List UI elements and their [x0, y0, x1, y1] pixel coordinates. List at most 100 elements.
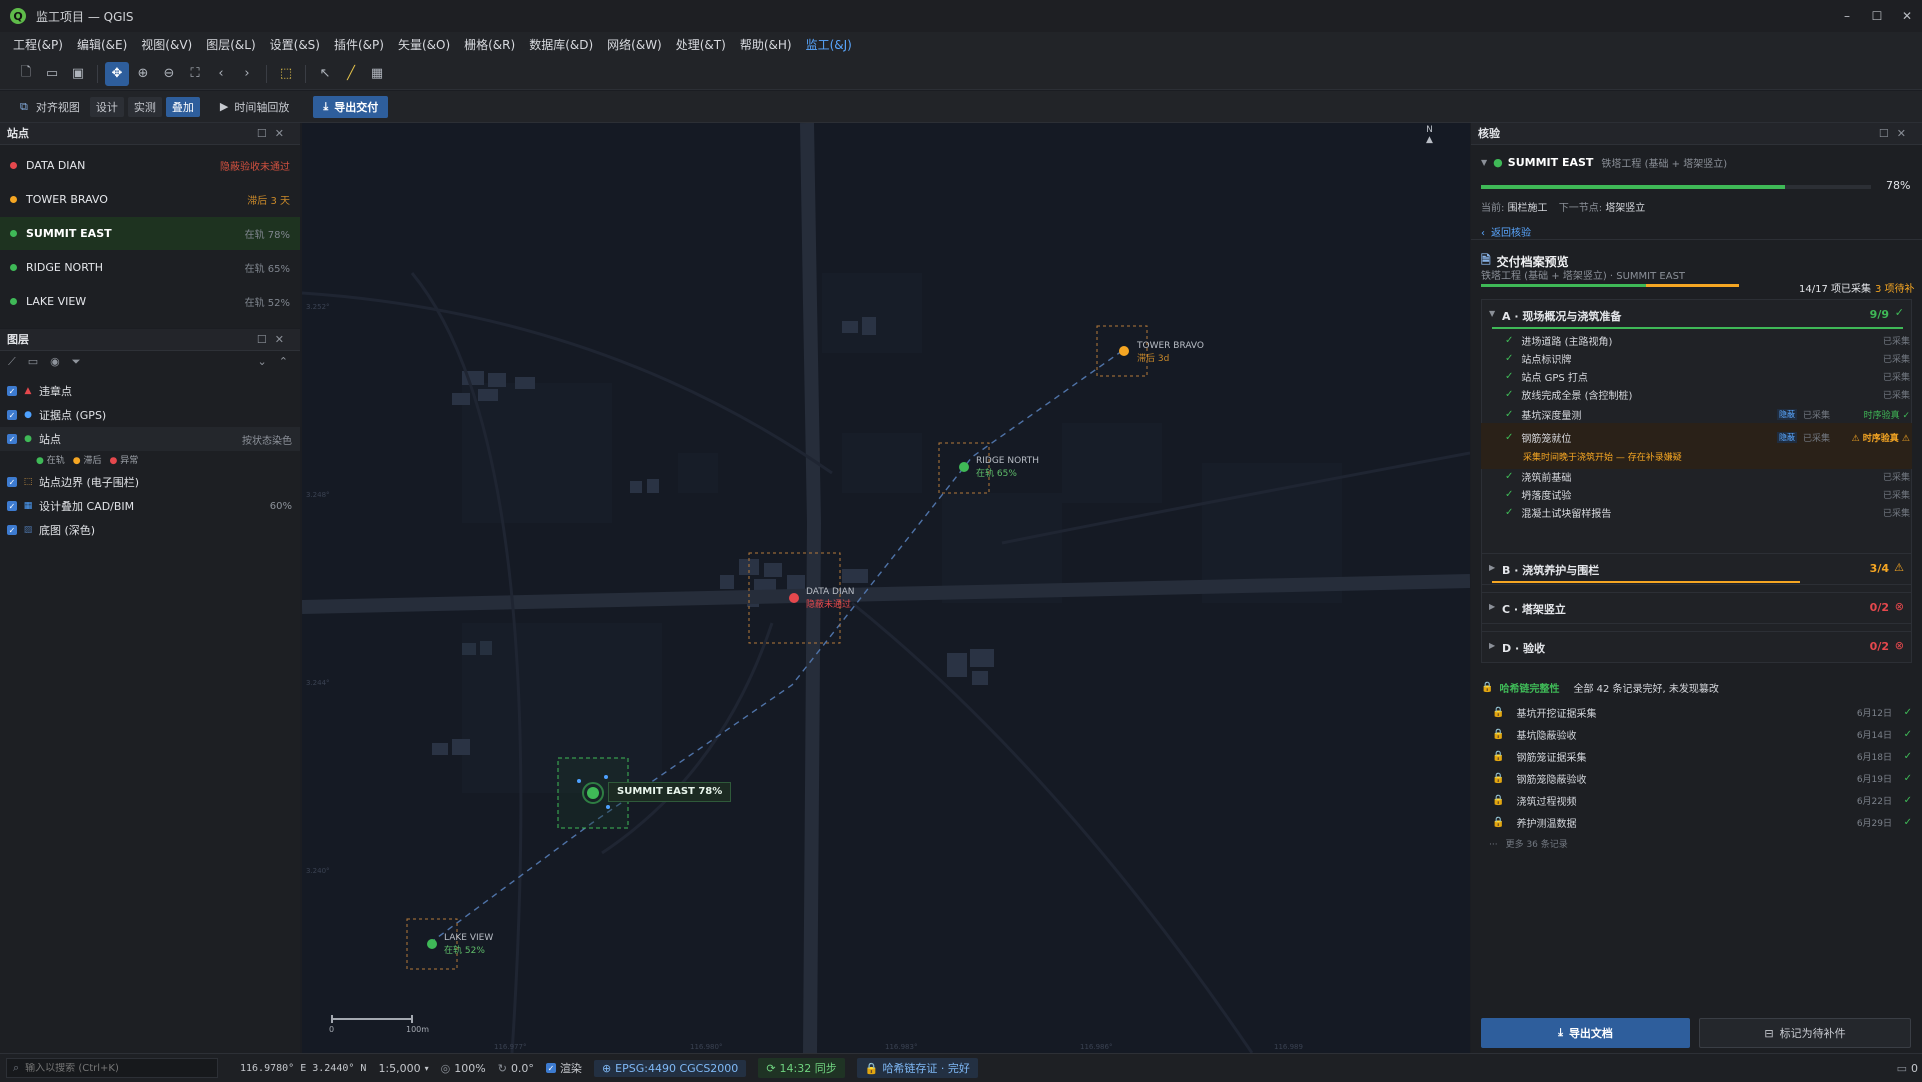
open-project-icon[interactable]: ▭: [40, 62, 64, 86]
checklist-item-warning[interactable]: ✓ 钢筋笼就位 隐蔽 已采集 ⚠ 时序验真 ⚠: [1505, 428, 1910, 446]
checklist-item[interactable]: ✓ 站点标识牌 已采集: [1505, 349, 1910, 367]
layer-gps-evidence[interactable]: ✓ ● 证据点 (GPS): [0, 403, 300, 427]
new-project-icon[interactable]: 🗋: [14, 62, 38, 86]
menu-supervision[interactable]: 监工(&J): [799, 32, 859, 58]
panel-float-close-icons[interactable]: ☐✕: [257, 123, 292, 145]
section-c[interactable]: ▶ C · 塔架竖立 0/2 ⊗: [1481, 592, 1912, 624]
zoom-out-icon[interactable]: ⊖: [157, 62, 181, 86]
timeline-playback-button[interactable]: ▶ 时间轴回放: [214, 97, 295, 117]
gps-evidence-point[interactable]: [604, 775, 608, 779]
menu-project[interactable]: 工程(&P): [6, 32, 70, 58]
add-group-icon[interactable]: ▭: [28, 355, 38, 373]
checkbox-checked-icon[interactable]: ✓: [7, 525, 17, 535]
minimize-button[interactable]: –: [1832, 0, 1862, 32]
hash-chain-record[interactable]: 🔒 浇筑过程视频 6月22日 ✓: [1471, 789, 1922, 811]
menu-plugins[interactable]: 插件(&P): [327, 32, 391, 58]
site-item-data-dian[interactable]: DATA DIAN 隐蔽验收未通过: [0, 149, 300, 182]
export-delivery-button[interactable]: ⤓ 导出交付: [313, 95, 389, 118]
view-mode-overlay[interactable]: 叠加: [165, 96, 200, 117]
menu-raster[interactable]: 栅格(&R): [457, 32, 522, 58]
checklist-item[interactable]: ✓ 基坑深度量测 隐蔽 已采集 时序验真 ✓: [1505, 405, 1910, 423]
checkbox-checked-icon[interactable]: ✓: [7, 410, 17, 420]
checkbox-checked-icon[interactable]: ✓: [7, 386, 17, 396]
menu-processing[interactable]: 处理(&T): [669, 32, 733, 58]
map-canvas[interactable]: N ▲ TOWER BRAVO 滞后 3d RIDGE NORTH 在轨 65% DA…: [302, 123, 1470, 1053]
site-item-summit-east[interactable]: SUMMIT EAST 在轨 78%: [0, 217, 300, 250]
site-item-ridge-north[interactable]: RIDGE NORTH 在轨 65%: [0, 251, 300, 284]
messages-indicator[interactable]: ▭ 0: [1897, 1062, 1918, 1075]
collapse-all-icon[interactable]: ⌃: [279, 355, 288, 373]
checkbox-checked-icon[interactable]: ✓: [7, 501, 17, 511]
panel-float-close-icons[interactable]: ☐✕: [1879, 123, 1914, 145]
close-window-button[interactable]: ✕: [1892, 0, 1922, 32]
checklist-item[interactable]: ✓ 进场道路 (主路视角) 已采集: [1505, 331, 1910, 349]
site-marker-tower-bravo[interactable]: [1119, 346, 1129, 356]
menu-database[interactable]: 数据库(&D): [522, 32, 600, 58]
menu-view[interactable]: 视图(&V): [134, 32, 199, 58]
filter-icon[interactable]: ⏷: [72, 355, 81, 373]
hash-chain-record[interactable]: 🔒 钢筋笼隐蔽验收 6月19日 ✓: [1471, 767, 1922, 789]
zoom-full-icon[interactable]: ⛶: [183, 62, 207, 86]
panel-float-close-icons[interactable]: ☐✕: [257, 329, 292, 351]
gps-evidence-point[interactable]: [577, 779, 581, 783]
gps-evidence-point[interactable]: [606, 805, 610, 809]
checklist-item[interactable]: ✓ 站点 GPS 打点 已采集: [1505, 367, 1910, 385]
site-marker-lake-view[interactable]: [427, 939, 437, 949]
maximize-button[interactable]: ☐: [1862, 0, 1892, 32]
section-d[interactable]: ▶ D · 验收 0/2 ⊗: [1481, 631, 1912, 663]
measure-icon[interactable]: ╱: [339, 62, 363, 86]
menu-web[interactable]: 网络(&W): [600, 32, 669, 58]
locator-search[interactable]: ⌕: [6, 1058, 218, 1078]
style-icon[interactable]: ⟋: [8, 355, 16, 373]
zoom-in-icon[interactable]: ⊕: [131, 62, 155, 86]
visibility-icon[interactable]: ◉: [50, 355, 60, 373]
layer-site-boundary[interactable]: ✓ ⬚ 站点边界 (电子围栏): [0, 470, 300, 494]
hash-chain-record[interactable]: 🔒 钢筋笼证据采集 6月18日 ✓: [1471, 745, 1922, 767]
identify-icon[interactable]: ↖: [313, 62, 337, 86]
hash-chain-record[interactable]: 🔒 基坑隐蔽验收 6月14日 ✓: [1471, 723, 1922, 745]
selected-site-header[interactable]: ▼ ● SUMMIT EAST 铁塔工程 (基础 + 塔架竖立): [1481, 155, 1727, 170]
render-toggle[interactable]: ✓ 渲染: [545, 1060, 582, 1076]
select-feature-icon[interactable]: ⬚: [274, 62, 298, 86]
hash-chain-more[interactable]: ··· 更多 36 条记录: [1489, 837, 1568, 850]
attribute-table-icon[interactable]: ▦: [365, 62, 389, 86]
layer-violations[interactable]: ✓ ▲ 违章点: [0, 379, 300, 403]
search-input[interactable]: [25, 1062, 196, 1074]
save-project-icon[interactable]: ▣: [66, 62, 90, 86]
align-view-button[interactable]: ⧉ 对齐视图: [14, 97, 86, 117]
layer-basemap[interactable]: ✓ ▨ 底图 (深色): [0, 518, 300, 542]
view-mode-design[interactable]: 设计: [89, 96, 124, 117]
layer-cad-bim[interactable]: ✓ ▦ 设计叠加 CAD/BIM 60%: [0, 494, 300, 518]
section-b[interactable]: ▶ B · 浇筑养护与围栏 3/4 ⚠: [1481, 553, 1912, 585]
site-item-tower-bravo[interactable]: TOWER BRAVO 滞后 3 天: [0, 183, 300, 216]
view-mode-survey[interactable]: 实测: [127, 96, 162, 117]
checkbox-checked-icon[interactable]: ✓: [545, 1063, 556, 1073]
sync-status[interactable]: ⟳ 14:32 同步: [758, 1058, 845, 1078]
site-item-lake-view[interactable]: LAKE VIEW 在轨 52%: [0, 285, 300, 318]
rotation-field[interactable]: ↻ 0.0°: [498, 1062, 534, 1075]
back-to-inspect-link[interactable]: ‹ 返回核验: [1481, 224, 1531, 239]
checkbox-checked-icon[interactable]: ✓: [7, 477, 17, 487]
coordinate-readout[interactable]: 116.9780° E 3.2440° N: [240, 1063, 366, 1074]
pan-tool-icon[interactable]: ✥: [105, 61, 129, 86]
checklist-item[interactable]: ✓ 浇筑前基础 已采集: [1505, 467, 1910, 485]
checklist-item[interactable]: ✓ 放线完成全景 (含控制桩) 已采集: [1505, 385, 1910, 403]
menu-layer[interactable]: 图层(&L): [199, 32, 262, 58]
scale-selector[interactable]: 1:5,000 ▾: [378, 1062, 428, 1075]
crs-button[interactable]: ⊕ EPSG:4490 CGCS2000: [593, 1059, 747, 1077]
checklist-item[interactable]: ✓ 坍落度试验 已采集: [1505, 485, 1910, 503]
checkbox-checked-icon[interactable]: ✓: [7, 434, 17, 444]
layer-sites[interactable]: ✓ ● 站点 按状态染色: [0, 427, 300, 451]
zoom-prev-icon[interactable]: ‹: [209, 62, 233, 86]
menu-vector[interactable]: 矢量(&O): [391, 32, 457, 58]
export-doc-button[interactable]: ⤓ 导出文档: [1481, 1018, 1690, 1048]
checklist-item[interactable]: ✓ 混凝土试块留样报告 已采集: [1505, 503, 1910, 521]
site-marker-ridge-north[interactable]: [959, 462, 969, 472]
expand-chevron-icon[interactable]: ▼: [1489, 309, 1495, 318]
site-marker-data-dian[interactable]: [789, 593, 799, 603]
magnifier-field[interactable]: ◎ 100%: [441, 1062, 486, 1075]
menu-settings[interactable]: 设置(&S): [263, 32, 327, 58]
hash-chain-record[interactable]: 🔒 基坑开挖证据采集 6月12日 ✓: [1471, 701, 1922, 723]
expand-all-icon[interactable]: ⌄: [258, 355, 267, 373]
hash-chain-record[interactable]: 🔒 养护测温数据 6月29日 ✓: [1471, 811, 1922, 833]
